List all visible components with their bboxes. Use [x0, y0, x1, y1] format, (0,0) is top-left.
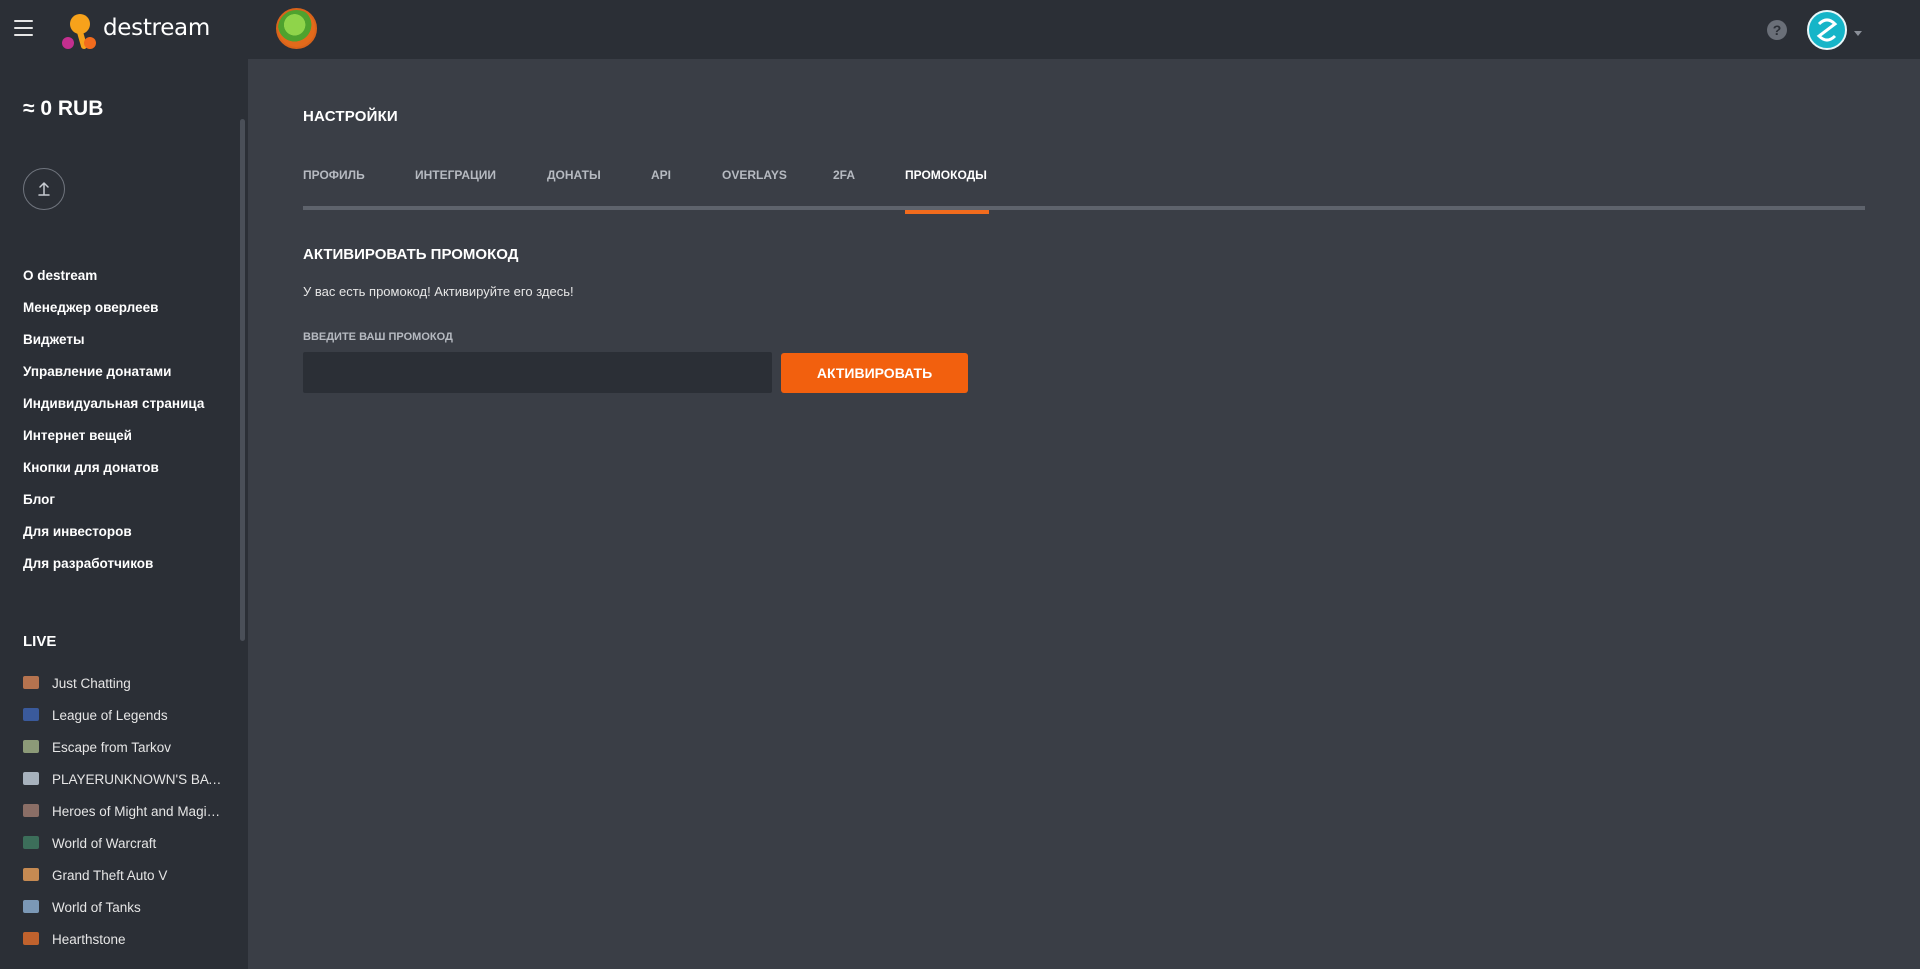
game-thumbnail — [23, 676, 39, 689]
game-thumbnail — [23, 868, 39, 881]
game-name: Just Chatting — [52, 676, 131, 691]
game-name: League of Legends — [52, 708, 168, 723]
live-item[interactable]: Heroes of Might and Magic III — [23, 803, 224, 835]
game-thumbnail — [23, 900, 39, 913]
balance-display: ≈ 0 RUB — [23, 97, 104, 120]
live-item[interactable]: Just Chatting — [23, 675, 224, 707]
settings-tabs: ПРОФИЛЬ ИНТЕГРАЦИИ ДОНАТЫ API OVERLAYS 2FA ПРО… — [303, 166, 1865, 214]
channel-avatar[interactable] — [276, 8, 317, 49]
tab-0[interactable]: ПРОФИЛЬ — [303, 166, 365, 210]
activate-button[interactable]: АКТИВИРОВАТЬ — [781, 353, 968, 393]
sidebar-item-developers[interactable]: Для разработчиков — [23, 554, 204, 586]
game-thumbnail — [23, 708, 39, 721]
live-list: Just Chatting League of Legends Escape fro… — [23, 675, 224, 963]
live-item[interactable]: World of Tanks — [23, 899, 224, 931]
sidebar-item-overlay-manager[interactable]: Менеджер оверлеев — [23, 298, 204, 330]
section-title: АКТИВИРОВАТЬ ПРОМОКОД — [303, 246, 519, 263]
game-thumbnail — [23, 932, 39, 945]
game-thumbnail — [23, 836, 39, 849]
sidebar-scrollbar[interactable] — [240, 119, 245, 641]
sidebar-item-iot[interactable]: Интернет вещей — [23, 426, 204, 458]
upload-arrow-icon — [38, 181, 50, 196]
tab-3[interactable]: API — [651, 166, 671, 210]
game-thumbnail — [23, 740, 39, 753]
live-section-title: LIVE — [23, 633, 57, 650]
game-name: PLAYERUNKNOWN'S BATTLEGROUNDS — [52, 772, 224, 787]
destream-logo-icon[interactable] — [60, 12, 98, 50]
sidebar-item-donation-management[interactable]: Управление донатами — [23, 362, 204, 394]
chevron-down-icon[interactable] — [1854, 31, 1862, 36]
live-item[interactable]: Hearthstone — [23, 931, 224, 963]
sidebar-item-blog[interactable]: Блог — [23, 490, 204, 522]
sidebar: ≈ 0 RUB О destream Менеджер оверлеев Вид… — [0, 59, 248, 969]
tab-2[interactable]: ДОНАТЫ — [547, 166, 601, 210]
brand-name[interactable]: destream — [103, 15, 210, 41]
game-name: Escape from Tarkov — [52, 740, 172, 755]
user-avatar[interactable] — [1807, 10, 1847, 50]
promo-field-label: ВВЕДИТЕ ВАШ ПРОМОКОД — [303, 331, 453, 343]
game-name: Heroes of Might and Magic III — [52, 804, 224, 819]
tab-1[interactable]: ИНТЕГРАЦИИ — [415, 166, 496, 210]
sidebar-item-individual-page[interactable]: Индивидуальная страница — [23, 394, 204, 426]
sidebar-item-widgets[interactable]: Виджеты — [23, 330, 204, 362]
user-avatar-logo-icon — [1816, 18, 1838, 42]
sidebar-nav: О destream Менеджер оверлеев Виджеты Упр… — [23, 266, 204, 586]
game-name: World of Tanks — [52, 900, 141, 915]
live-item[interactable]: PLAYERUNKNOWN'S BATTLEGROUNDS — [23, 771, 224, 803]
page-title: НАСТРОЙКИ — [303, 108, 398, 125]
game-name: Hearthstone — [52, 932, 126, 947]
promo-code-input[interactable] — [303, 352, 772, 393]
sidebar-item-donation-buttons[interactable]: Кнопки для донатов — [23, 458, 204, 490]
live-item[interactable]: Escape from Tarkov — [23, 739, 224, 771]
game-name: Grand Theft Auto V — [52, 868, 168, 883]
withdraw-button[interactable] — [23, 168, 65, 210]
tab-5[interactable]: 2FA — [833, 166, 855, 210]
game-thumbnail — [23, 804, 39, 817]
top-header: destream ? — [0, 0, 1920, 59]
section-description: У вас есть промокод! Активируйте его зде… — [303, 284, 574, 299]
live-item[interactable]: World of Warcraft — [23, 835, 224, 867]
hamburger-menu-icon[interactable] — [14, 20, 33, 36]
live-item[interactable]: League of Legends — [23, 707, 224, 739]
game-thumbnail — [23, 772, 39, 785]
game-name: World of Warcraft — [52, 836, 157, 851]
tab-6[interactable]: ПРОМОКОДЫ — [905, 166, 989, 214]
sidebar-item-about[interactable]: О destream — [23, 266, 204, 298]
tab-4[interactable]: OVERLAYS — [722, 166, 787, 210]
question-circle-icon[interactable]: ? — [1767, 20, 1787, 40]
live-item[interactable]: Grand Theft Auto V — [23, 867, 224, 899]
sidebar-item-investors[interactable]: Для инвесторов — [23, 522, 204, 554]
